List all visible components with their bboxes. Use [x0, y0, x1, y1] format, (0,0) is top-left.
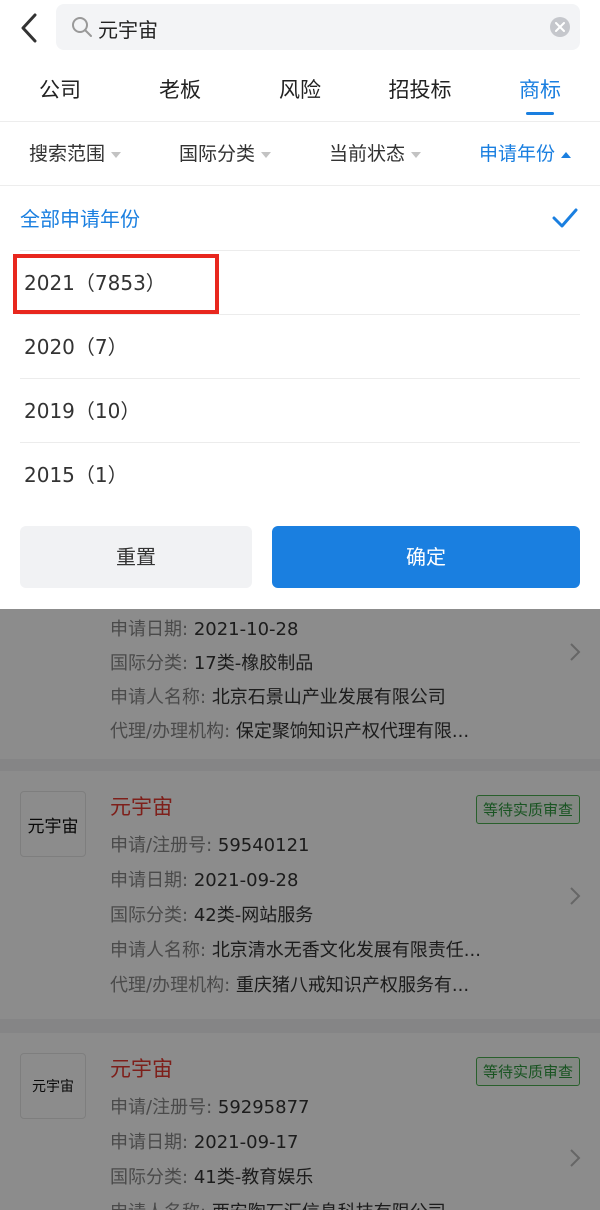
highlight-annotation — [13, 254, 219, 314]
chevron-left-icon — [21, 13, 37, 43]
search-query: 元宇宙 — [98, 18, 158, 42]
caret-up-icon — [561, 151, 571, 158]
tab-trademark[interactable]: 商标 — [480, 58, 600, 121]
filter-intl-class[interactable]: 国际分类 — [150, 122, 300, 185]
reset-button[interactable]: 重置 — [20, 526, 252, 588]
search-icon — [72, 17, 92, 37]
active-tab-indicator — [526, 112, 554, 115]
tab-bidding[interactable]: 招投标 — [360, 58, 480, 121]
confirm-button[interactable]: 确定 — [272, 526, 580, 588]
tab-company[interactable]: 公司 — [0, 58, 120, 121]
year-option-all[interactable]: 全部申请年份 — [20, 187, 580, 251]
search-input[interactable]: 元宇宙 — [56, 4, 580, 50]
tab-boss[interactable]: 老板 — [120, 58, 240, 121]
check-icon — [552, 208, 578, 228]
category-tabs: 公司 老板 风险 招投标 商标 — [0, 58, 600, 122]
filter-year[interactable]: 申请年份 — [450, 122, 600, 185]
caret-down-icon — [261, 151, 271, 158]
year-option-2015[interactable]: 2015（1） — [20, 443, 580, 507]
caret-down-icon — [111, 151, 121, 158]
tab-risk[interactable]: 风险 — [240, 58, 360, 121]
filter-bar: 搜索范围 国际分类 当前状态 申请年份 — [0, 122, 600, 186]
clear-icon[interactable] — [550, 17, 570, 37]
search-header: 元宇宙 — [0, 0, 600, 58]
dropdown-actions: 重置 确定 — [0, 510, 600, 610]
year-option-2019[interactable]: 2019（10） — [20, 379, 580, 443]
filter-status[interactable]: 当前状态 — [300, 122, 450, 185]
back-button[interactable] — [12, 6, 46, 50]
year-option-2020[interactable]: 2020（7） — [20, 315, 580, 379]
filter-search-scope[interactable]: 搜索范围 — [0, 122, 150, 185]
caret-down-icon — [411, 151, 421, 158]
modal-backdrop[interactable] — [0, 609, 600, 1210]
